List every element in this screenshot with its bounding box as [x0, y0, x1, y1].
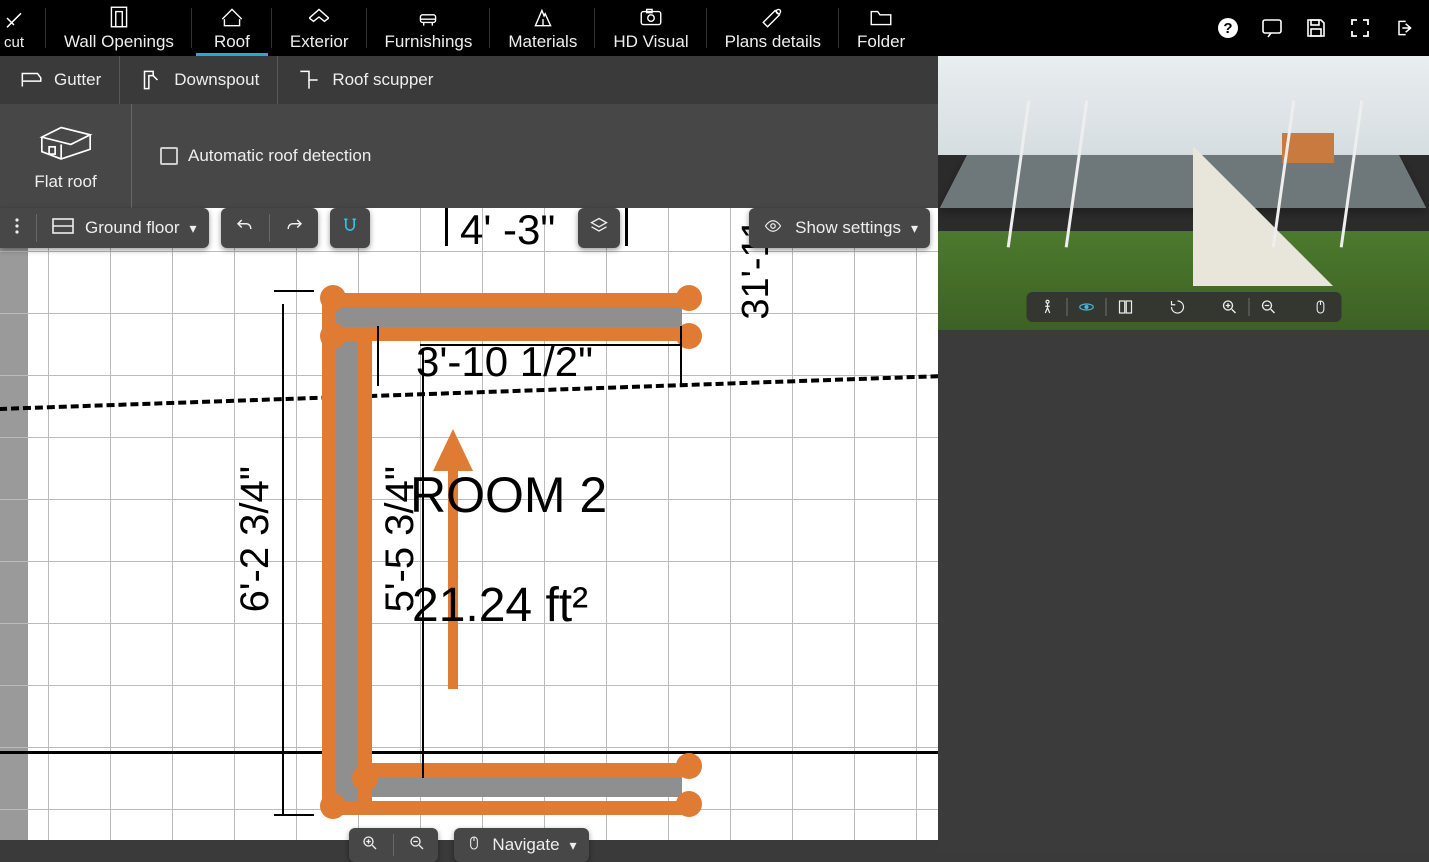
tab-plans-details[interactable]: Plans details: [707, 0, 839, 56]
tab-roof-label: Roof: [214, 32, 250, 52]
tab-exterior[interactable]: Exterior: [272, 0, 367, 56]
tab-hd-visual[interactable]: HD Visual: [595, 0, 706, 56]
chevron-down-icon: ▾: [911, 220, 918, 237]
view-walk-icon[interactable]: [1036, 296, 1058, 318]
preview-3d[interactable]: [938, 56, 1429, 330]
tab-furnishings[interactable]: Furnishings: [367, 0, 491, 56]
tab-plans-details-label: Plans details: [725, 32, 821, 52]
dim-innerw-tickR: [680, 326, 682, 386]
tab-materials-label: Materials: [508, 32, 577, 52]
show-settings-button[interactable]: Show settings: [795, 218, 901, 238]
plan-zoom-in[interactable]: [361, 834, 379, 857]
plan-zoom-out[interactable]: [408, 834, 426, 857]
help-icon[interactable]: ?: [1213, 13, 1243, 43]
tab-wall-openings-label: Wall Openings: [64, 32, 174, 52]
redo-button[interactable]: [284, 217, 306, 240]
tab-furnishings-label: Furnishings: [385, 32, 473, 52]
level-selector[interactable]: Ground floor: [85, 218, 180, 238]
tool-roof-scupper[interactable]: Roof scupper: [278, 56, 451, 104]
dim-louter-tickB: [274, 814, 314, 816]
save-icon[interactable]: [1301, 13, 1331, 43]
view-reset-icon[interactable]: [1166, 296, 1188, 318]
room-area: 21.24 ft²: [412, 578, 588, 633]
view-section-icon[interactable]: [1114, 296, 1136, 318]
chevron-down-icon: ▾: [190, 220, 197, 237]
tool-roof-scupper-label: Roof scupper: [332, 70, 433, 90]
tab-cut-label: cut: [4, 34, 24, 51]
navigate-label: Navigate: [492, 835, 559, 855]
tool-downspout[interactable]: Downspout: [120, 56, 278, 104]
level-icon: [51, 217, 75, 240]
view-orbit-icon[interactable]: [1075, 296, 1097, 318]
comment-icon[interactable]: [1257, 13, 1287, 43]
preview-tri-wall: [1193, 146, 1333, 286]
checkbox-icon: [160, 147, 178, 165]
dim-inner-width: 3'-10 1/2": [416, 338, 593, 386]
tab-folder-label: Folder: [857, 32, 905, 52]
dim-louter-line: [282, 304, 284, 814]
plan-zoom-pill: [349, 828, 438, 862]
floorplan-canvas[interactable]: 4' -3" 31'-11 3'-10 1/2" ROOM 2 21: [0, 208, 938, 840]
zoom-out-icon[interactable]: [1257, 296, 1279, 318]
dim-louter-tickT: [274, 290, 314, 292]
tab-hd-visual-label: HD Visual: [613, 32, 688, 52]
mouse-icon: [466, 834, 482, 857]
eye-icon: [761, 217, 785, 240]
tool-downspout-label: Downspout: [174, 70, 259, 90]
tab-cut[interactable]: cut: [0, 0, 46, 56]
tab-roof[interactable]: Roof: [192, 0, 272, 56]
tab-exterior-label: Exterior: [290, 32, 349, 52]
dim-left-outer: 6'-2 3/4": [233, 466, 278, 612]
checkbox-auto-roof-detect-label: Automatic roof detection: [188, 146, 371, 166]
tab-folder[interactable]: Folder: [839, 0, 923, 56]
dim-top: 4' -3": [460, 208, 555, 254]
checkbox-auto-roof-detect[interactable]: Automatic roof detection: [160, 146, 371, 166]
tool-flat-roof-label: Flat roof: [34, 172, 96, 192]
mouse-icon[interactable]: [1309, 296, 1331, 318]
tab-wall-openings[interactable]: Wall Openings: [46, 0, 192, 56]
svg-text:?: ?: [1223, 20, 1232, 37]
room-name: ROOM 2: [410, 466, 607, 524]
tab-materials[interactable]: Materials: [490, 0, 595, 56]
properties-panel: [938, 330, 1429, 852]
dim-top-tick: [445, 208, 448, 246]
undo-button[interactable]: [233, 217, 255, 240]
fullscreen-icon[interactable]: [1345, 13, 1375, 43]
dim-left-inner: 5'-5 3/4": [378, 466, 423, 612]
menu-icon[interactable]: [12, 216, 22, 241]
chevron-down-icon: ▾: [570, 837, 577, 854]
zoom-in-icon[interactable]: [1218, 296, 1240, 318]
snap-toggle[interactable]: [340, 216, 360, 241]
layers-button[interactable]: [588, 216, 610, 241]
tool-gutter-label: Gutter: [54, 70, 101, 90]
exit-icon[interactable]: [1389, 13, 1419, 43]
dim-innerw-tickL: [377, 326, 379, 386]
navigate-pill[interactable]: Navigate ▾: [454, 828, 588, 862]
tool-gutter[interactable]: Gutter: [0, 56, 120, 104]
dim-top-tickR: [625, 208, 628, 246]
tool-flat-roof[interactable]: Flat roof: [0, 104, 132, 208]
